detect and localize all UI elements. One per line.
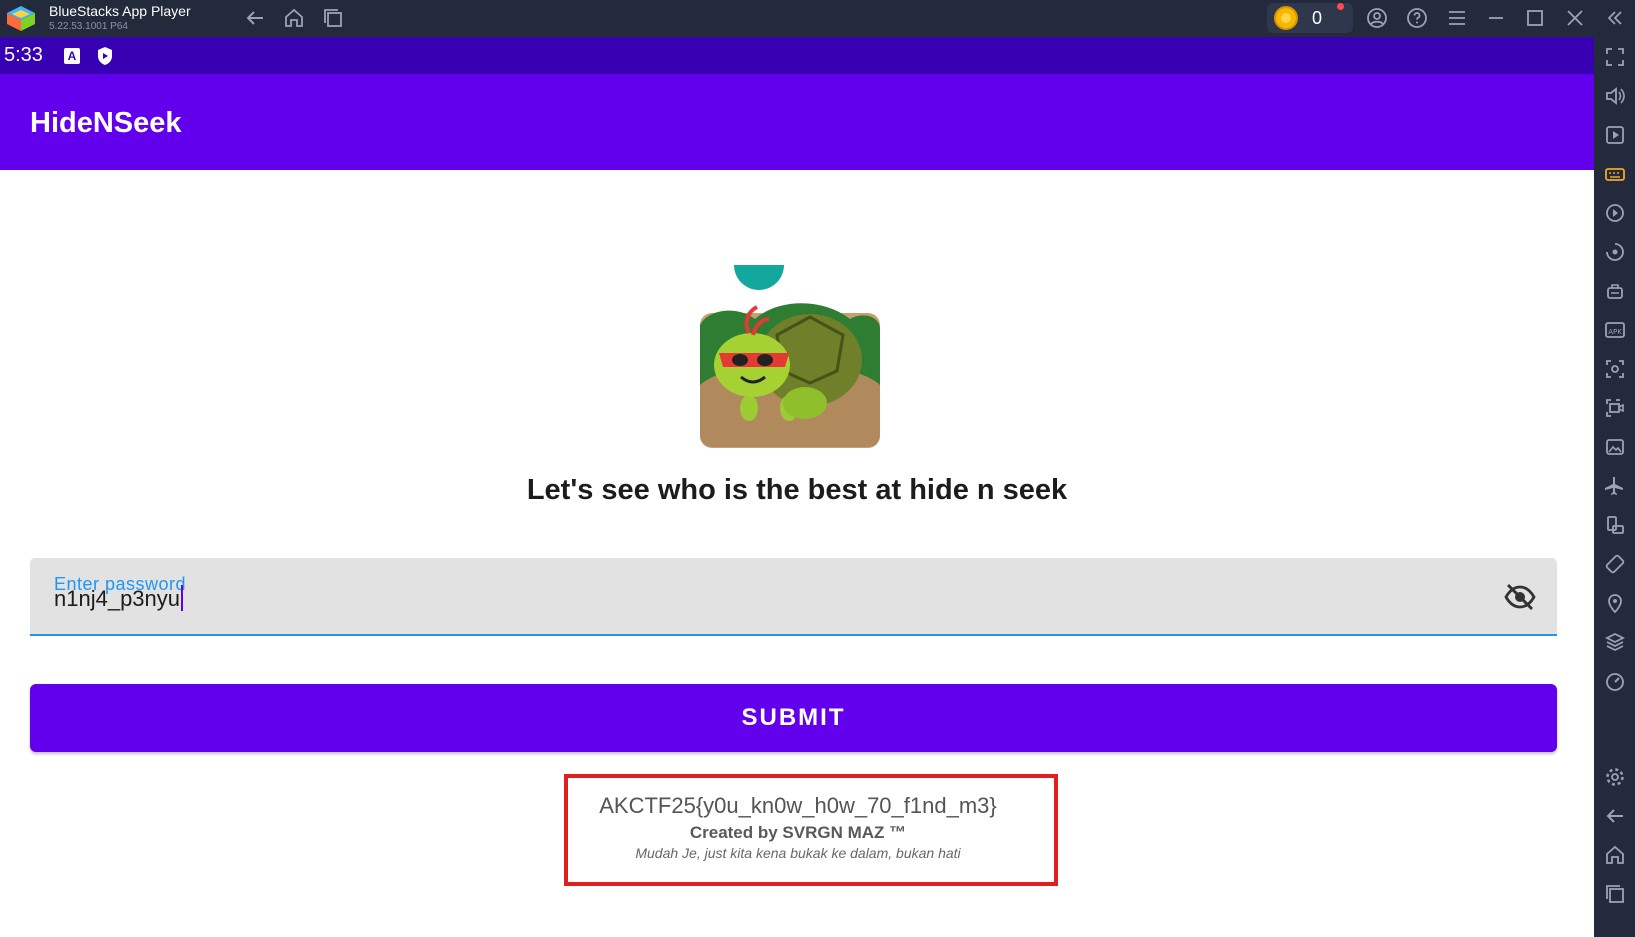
multi-instance-manager-icon[interactable] xyxy=(1604,280,1626,302)
bluestacks-title-bar: BlueStacks App Player 5.22.53.1001 P64 0 xyxy=(0,0,1635,37)
layers-icon[interactable] xyxy=(1604,631,1626,653)
location-icon[interactable] xyxy=(1604,592,1626,614)
ninja-turtle-illustration xyxy=(697,265,883,448)
screenshot-icon[interactable] xyxy=(1604,358,1626,380)
recent-apps-icon[interactable] xyxy=(1604,883,1626,905)
android-screen: 5:33 A HideNSeek Let's see who is the be xyxy=(0,37,1594,937)
credit-text: Created by SVRGN MAZ ™ xyxy=(689,823,907,842)
shake-icon[interactable] xyxy=(1604,553,1626,575)
tagline-text: Mudah Je, just kita kena bukak ke dalam,… xyxy=(635,845,961,861)
airplane-mode-icon[interactable] xyxy=(1604,475,1626,497)
rotate-icon[interactable] xyxy=(1604,514,1626,536)
volume-icon[interactable] xyxy=(1604,85,1626,107)
gallery-icon[interactable] xyxy=(1604,436,1626,458)
android-status-bar: 5:33 A xyxy=(0,37,1594,74)
multi-instance-icon[interactable] xyxy=(322,7,344,29)
text-cursor xyxy=(181,585,184,611)
install-apk-icon[interactable]: APK xyxy=(1604,319,1626,341)
window-version: 5.22.53.1001 P64 xyxy=(49,21,128,32)
bluestacks-sidebar: APK xyxy=(1594,37,1635,937)
password-field[interactable]: Enter password n1nj4_p3nyu xyxy=(30,558,1557,636)
coin-count: 0 xyxy=(1312,8,1323,28)
minimize-icon[interactable] xyxy=(1485,7,1507,29)
back-arrow-icon[interactable] xyxy=(244,7,266,29)
app-bar: HideNSeek xyxy=(0,74,1594,170)
macro-record-icon[interactable] xyxy=(1604,202,1626,224)
svg-text:APK: APK xyxy=(1608,328,1622,336)
password-field-value[interactable]: n1nj4_p3nyu xyxy=(54,585,184,612)
maximize-icon[interactable] xyxy=(1524,7,1546,29)
a-letter-icon: A xyxy=(64,48,80,64)
media-manager-icon[interactable] xyxy=(1604,124,1626,146)
status-clock: 5:33 xyxy=(4,44,43,66)
fullscreen-icon[interactable] xyxy=(1604,46,1626,68)
app-title: HideNSeek xyxy=(30,107,182,139)
performance-icon[interactable] xyxy=(1604,670,1626,692)
home-icon[interactable] xyxy=(283,7,305,29)
coin-balance[interactable]: 0 xyxy=(1267,3,1353,33)
macro-playback-icon[interactable] xyxy=(1604,241,1626,263)
window-title: BlueStacks App Player xyxy=(49,3,191,19)
settings-icon[interactable] xyxy=(1604,766,1626,788)
flag-text: AKCTF25{y0u_kn0w_h0w_70_f1nd_m3} xyxy=(599,793,997,818)
keyboard-icon[interactable] xyxy=(1604,163,1626,185)
eye-off-icon[interactable] xyxy=(1503,580,1537,614)
submit-button[interactable]: SUBMIT xyxy=(30,684,1557,752)
password-text: n1nj4_p3nyu xyxy=(54,586,181,611)
menu-icon[interactable] xyxy=(1446,7,1468,29)
coin-icon xyxy=(1274,6,1298,30)
close-icon[interactable] xyxy=(1564,7,1586,29)
headline: Let's see who is the best at hide n seek xyxy=(526,474,1068,506)
notification-dot xyxy=(1337,3,1344,10)
home-icon[interactable] xyxy=(1604,844,1626,866)
collapse-sidebar-icon[interactable] xyxy=(1604,7,1626,29)
help-icon[interactable] xyxy=(1406,7,1428,29)
account-icon[interactable] xyxy=(1366,7,1388,29)
back-icon[interactable] xyxy=(1604,805,1626,827)
shield-icon xyxy=(96,46,114,66)
screen-record-icon[interactable] xyxy=(1604,397,1626,419)
bluestacks-logo-icon xyxy=(6,5,36,32)
